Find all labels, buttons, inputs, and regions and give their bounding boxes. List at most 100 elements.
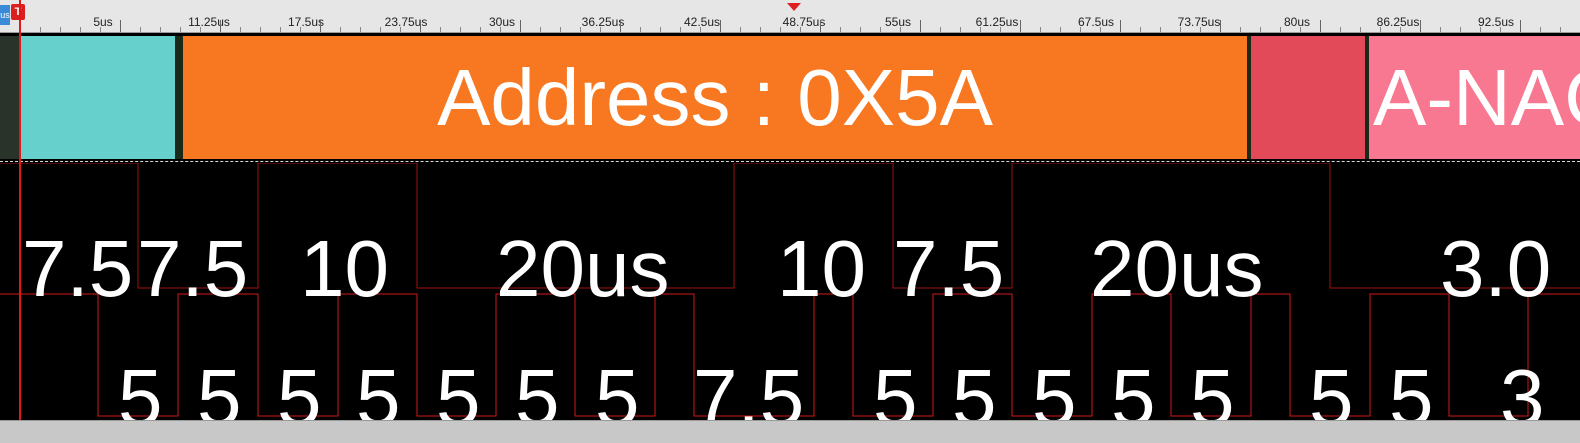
ruler-label: 61.25us (975, 15, 1019, 29)
ruler-tick (1320, 20, 1321, 32)
ruler-label: 11.25us (188, 15, 230, 29)
ruler-tick (1020, 20, 1021, 32)
ruler-tick (820, 20, 821, 32)
ruler-tick (740, 27, 741, 32)
ruler-tick (1200, 27, 1201, 32)
ruler-tick (1080, 27, 1081, 32)
ruler-tick (680, 27, 681, 32)
ruler-tick (620, 20, 621, 32)
decode-segment-rw[interactable] (1251, 36, 1369, 159)
high-duration-label: 7.5 (137, 224, 249, 313)
decode-segment-address[interactable]: Address : 0X5A (179, 36, 1251, 159)
ruler-tick (1500, 27, 1501, 32)
ruler-tick (420, 20, 421, 32)
ruler-tick (500, 27, 501, 32)
ruler-tick (1400, 27, 1401, 32)
ruler-tick (580, 27, 581, 32)
trigger-marker-icon[interactable]: T (11, 4, 25, 20)
ruler-tick (1120, 20, 1121, 32)
ruler-label: 86.25us (1376, 15, 1420, 29)
ruler-tick (240, 27, 241, 32)
ruler-tick (1240, 27, 1241, 32)
ruler-tick (1060, 27, 1061, 32)
high-duration-label: 3.0 (1440, 224, 1552, 313)
decode-segment-start[interactable] (19, 36, 179, 159)
ruler-tick (720, 20, 721, 32)
ruler-tick (1540, 27, 1541, 32)
ruler-tick (340, 27, 341, 32)
time-ruler[interactable]: us T 5us 11.25us 17.5us 23.75us 30us 36.25us 4… (0, 0, 1580, 33)
high-duration-label: 10 (300, 224, 389, 313)
ruler-tick (180, 27, 181, 32)
decode-segment-nack[interactable]: A-NACK (1369, 36, 1580, 159)
ruler-tick (1220, 20, 1221, 32)
ruler-tick (320, 20, 321, 32)
i2c-decode-lane[interactable]: Address : 0X5A A-NACK (0, 33, 1580, 163)
ruler-label: 92.5us (1477, 15, 1515, 29)
ruler-tick (1040, 27, 1041, 32)
ruler-tick (480, 27, 481, 32)
ruler-tick (40, 27, 41, 32)
ruler-tick (540, 27, 541, 32)
ruler-tick (280, 27, 281, 32)
ruler-tick (380, 27, 381, 32)
trigger-line[interactable] (19, 0, 21, 420)
ruler-tick (760, 27, 761, 32)
ruler-tick (1160, 27, 1161, 32)
ruler-label: 67.5us (1077, 15, 1115, 29)
ruler-tick (780, 27, 781, 32)
decode-segment-idle[interactable] (0, 36, 19, 159)
ruler-tick (520, 20, 521, 32)
ruler-tick (920, 20, 921, 32)
ruler-tick (1380, 27, 1381, 32)
ruler-tick (260, 27, 261, 32)
ruler-tick (1360, 27, 1361, 32)
ruler-tick (860, 27, 861, 32)
ruler-tick (900, 27, 901, 32)
ruler-tick (300, 27, 301, 32)
ruler-tick (1100, 27, 1101, 32)
high-duration-label: 7.5 (22, 224, 134, 313)
time-unit-badge[interactable]: us (0, 5, 10, 25)
ruler-label: 17.5us (287, 15, 325, 29)
ruler-tick (1480, 27, 1481, 32)
ruler-tick (360, 27, 361, 32)
ruler-label: 30us (488, 15, 516, 29)
high-duration-label: 7.5 (893, 224, 1005, 313)
lane-separator (0, 161, 1580, 162)
ruler-tick (880, 27, 881, 32)
ruler-tick (1260, 27, 1261, 32)
cursor-marker-icon[interactable] (787, 3, 801, 11)
ruler-tick (220, 20, 221, 32)
ruler-tick (160, 27, 161, 32)
ruler-tick (1140, 27, 1141, 32)
ruler-tick (1000, 27, 1001, 32)
decode-segment-nack-label: A-NACK (1373, 53, 1580, 142)
ruler-label: 73.75us (1177, 15, 1221, 29)
ruler-tick (1180, 27, 1181, 32)
horizontal-scrollbar[interactable] (0, 420, 1580, 443)
ruler-tick (980, 27, 981, 32)
ruler-tick (1460, 27, 1461, 32)
ruler-tick (1440, 27, 1441, 32)
decode-segment-address-label: Address : 0X5A (437, 53, 993, 142)
ruler-tick (640, 27, 641, 32)
ruler-tick (840, 27, 841, 32)
ruler-tick (600, 27, 601, 32)
ruler-tick (80, 27, 81, 32)
ruler-tick (1560, 27, 1561, 32)
segment-edge (179, 36, 183, 159)
high-duration-label: 20us (496, 224, 670, 313)
ruler-label: 42.5us (683, 15, 721, 29)
ruler-tick (800, 27, 801, 32)
ruler-tick (460, 27, 461, 32)
timing-measurement-lane[interactable]: 7.5 7.5 10 20us 10 7.5 20us 3.0 5 5 5 5 5 5 5 7.5 5 5 5 5 5 5… (0, 163, 1580, 438)
high-duration-label: 20us (1090, 224, 1264, 313)
ruler-tick (440, 27, 441, 32)
ruler-tick (700, 27, 701, 32)
ruler-tick (140, 27, 141, 32)
ruler-tick (400, 27, 401, 32)
ruler-label: 48.75us (782, 15, 826, 29)
ruler-tick (940, 27, 941, 32)
ruler-tick (560, 27, 561, 32)
